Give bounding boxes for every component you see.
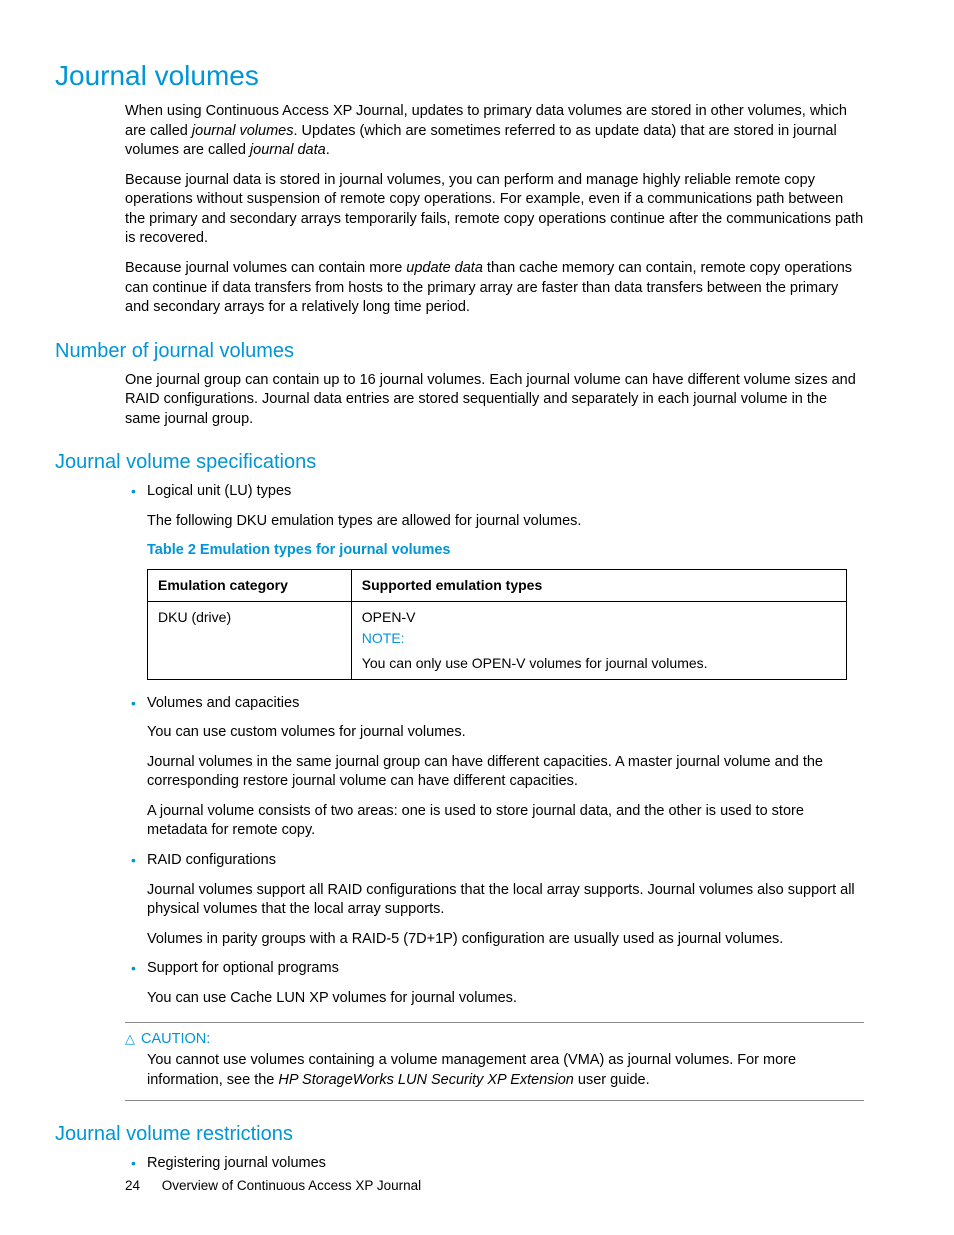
paragraph: Journal volumes in the same journal grou…: [147, 753, 864, 792]
caution-box: △ CAUTION: You cannot use volumes contain…: [125, 1022, 864, 1101]
text: OPEN-V: [362, 608, 836, 627]
text: .: [326, 142, 330, 158]
spec-list: Support for optional programs: [125, 959, 864, 979]
caution-icon: △: [125, 1031, 135, 1047]
spec-list: Volumes and capacities: [125, 694, 864, 714]
note-body: You can only use OPEN-V volumes for jour…: [362, 654, 836, 673]
paragraph: You can use custom volumes for journal v…: [147, 723, 864, 743]
table-caption: Table 2 Emulation types for journal volu…: [147, 541, 864, 561]
list-item-raid-configurations: RAID configurations: [125, 851, 864, 871]
list-item-body: Journal volumes support all RAID configu…: [147, 881, 864, 950]
document-page: Journal volumes When using Continuous Ac…: [0, 0, 954, 1235]
list-item-optional-programs: Support for optional programs: [125, 959, 864, 979]
text: user guide.: [574, 1072, 650, 1088]
emulation-types-table: Emulation category Supported emulation t…: [147, 569, 847, 680]
paragraph: A journal volume consists of two areas: …: [147, 802, 864, 841]
spec-list: Logical unit (LU) types: [125, 482, 864, 502]
spec-block: Logical unit (LU) types The following DK…: [125, 482, 864, 1101]
table-header-row: Emulation category Supported emulation t…: [148, 570, 847, 602]
list-item-body: The following DKU emulation types are al…: [147, 512, 864, 680]
restrict-block: Registering journal volumes: [125, 1154, 864, 1174]
list-item-body: You can use Cache LUN XP volumes for jou…: [147, 989, 864, 1009]
page-number: 24: [125, 1178, 140, 1193]
paragraph: Volumes in parity groups with a RAID-5 (…: [147, 930, 864, 950]
heading-journal-volume-specifications: Journal volume specifications: [55, 451, 864, 474]
paragraph: One journal group can contain up to 16 j…: [125, 371, 864, 430]
paragraph: When using Continuous Access XP Journal,…: [125, 102, 864, 161]
caution-heading: △ CAUTION:: [125, 1031, 864, 1047]
term-update-data: update data: [406, 260, 483, 276]
heading-journal-volumes: Journal volumes: [55, 60, 864, 92]
spec-list: RAID configurations: [125, 851, 864, 871]
paragraph: You can use Cache LUN XP volumes for jou…: [147, 989, 864, 1009]
footer-title: Overview of Continuous Access XP Journal: [162, 1178, 421, 1193]
list-item-lu-types: Logical unit (LU) types: [125, 482, 864, 502]
paragraph: Because journal volumes can contain more…: [125, 259, 864, 318]
text: Because journal volumes can contain more: [125, 260, 406, 276]
paragraph: Because journal data is stored in journa…: [125, 171, 864, 249]
list-item-body: You can use custom volumes for journal v…: [147, 723, 864, 841]
caution-label: CAUTION:: [141, 1031, 210, 1047]
heading-number-of-journal-volumes: Number of journal volumes: [55, 340, 864, 363]
term-journal-data: journal data: [250, 142, 326, 158]
intro-block: When using Continuous Access XP Journal,…: [125, 102, 864, 318]
reference-title: HP StorageWorks LUN Security XP Extensio…: [278, 1072, 573, 1088]
caution-body: You cannot use volumes containing a volu…: [147, 1051, 864, 1090]
table-header-cell: Supported emulation types: [351, 570, 846, 602]
table-cell: DKU (drive): [148, 601, 352, 679]
table-cell: OPEN-V NOTE: You can only use OPEN-V vol…: [351, 601, 846, 679]
number-block: One journal group can contain up to 16 j…: [125, 371, 864, 430]
restrict-list: Registering journal volumes: [125, 1154, 864, 1174]
paragraph: The following DKU emulation types are al…: [147, 512, 864, 532]
page-footer: 24 Overview of Continuous Access XP Jour…: [125, 1178, 421, 1193]
table-row: DKU (drive) OPEN-V NOTE: You can only us…: [148, 601, 847, 679]
note-label: NOTE:: [362, 629, 836, 648]
list-item-volumes-capacities: Volumes and capacities: [125, 694, 864, 714]
term-journal-volumes: journal volumes: [192, 123, 294, 139]
heading-journal-volume-restrictions: Journal volume restrictions: [55, 1123, 864, 1146]
paragraph: Journal volumes support all RAID configu…: [147, 881, 864, 920]
table-header-cell: Emulation category: [148, 570, 352, 602]
list-item-registering: Registering journal volumes: [125, 1154, 864, 1174]
